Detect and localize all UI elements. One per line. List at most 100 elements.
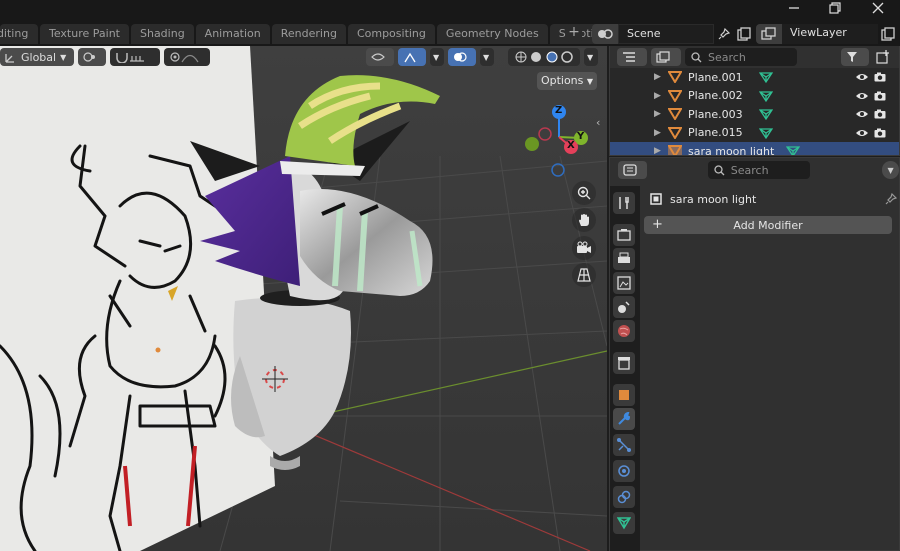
visibility-dropdown[interactable]: [366, 48, 394, 66]
camera-render-icon[interactable]: [874, 72, 886, 82]
modifier-tab-icon[interactable]: [613, 408, 635, 430]
mesh-data-icon[interactable]: [759, 90, 773, 102]
shading-dropdown[interactable]: ▼: [584, 48, 598, 66]
snapping-dropdown[interactable]: [110, 48, 160, 66]
tab-texture-paint[interactable]: Texture Paint: [40, 24, 129, 44]
tab-editing[interactable]: Editing: [0, 24, 38, 44]
outliner-panel: Search ▶ Plane.001 ▶ Plane.002 ▶ Plane.0…: [609, 46, 900, 156]
chevron-down-icon: ▼: [60, 52, 67, 62]
properties-search-placeholder: Search: [730, 163, 769, 177]
gizmo-toggle-button[interactable]: [398, 48, 426, 66]
mesh-data-icon[interactable]: [786, 145, 800, 156]
mesh-data-icon[interactable]: [759, 127, 773, 139]
transform-orientation-dropdown[interactable]: Global ▼: [0, 48, 74, 66]
tool-tab-icon[interactable]: [613, 192, 635, 214]
gizmo-dropdown[interactable]: ▼: [430, 48, 444, 66]
outliner-editor-icon: [623, 52, 635, 62]
add-workspace-button[interactable]: +: [566, 24, 582, 42]
data-tab-icon[interactable]: [613, 512, 635, 534]
wireframe-shading-icon[interactable]: [515, 51, 527, 63]
minimize-icon[interactable]: [788, 2, 800, 18]
transform-orientation-label: Global: [21, 50, 57, 64]
constraints-tab-icon[interactable]: [613, 486, 635, 508]
tab-compositing[interactable]: Compositing: [347, 24, 435, 44]
properties-options-dropdown[interactable]: ▼: [882, 161, 899, 179]
close-window-icon[interactable]: [872, 2, 884, 18]
new-collection-icon[interactable]: [873, 47, 893, 67]
overlays-dropdown[interactable]: ▼: [480, 48, 494, 66]
tab-shading[interactable]: Shading: [130, 24, 194, 44]
filter-dropdown[interactable]: [841, 48, 869, 66]
active-object-row: sara moon light: [642, 186, 899, 212]
pivot-point-dropdown[interactable]: [78, 48, 106, 66]
scene-icon[interactable]: [592, 24, 618, 44]
proportional-editing-dropdown[interactable]: [164, 48, 210, 66]
view-layer-name-field[interactable]: ViewLayer: [782, 24, 878, 44]
shading-mode-buttons: [508, 48, 580, 66]
display-mode-dropdown[interactable]: [651, 48, 681, 66]
pan-hand-icon[interactable]: [572, 208, 596, 232]
object-data-icon: [668, 89, 682, 102]
outliner-row-selected[interactable]: ▶ sara moon light: [610, 142, 899, 156]
material-preview-icon[interactable]: [546, 51, 558, 63]
overlays-toggle-button[interactable]: [448, 48, 476, 66]
outliner-row[interactable]: ▶ Plane.001: [610, 68, 899, 87]
eye-icon[interactable]: [855, 128, 869, 138]
expand-arrow-icon[interactable]: ▶: [654, 91, 661, 101]
properties-search-input[interactable]: Search: [707, 161, 810, 179]
camera-view-icon[interactable]: [572, 236, 596, 260]
mesh-data-icon[interactable]: [759, 71, 773, 84]
camera-render-icon[interactable]: [874, 128, 886, 138]
camera-render-icon[interactable]: [874, 91, 886, 101]
new-view-layer-icon[interactable]: [878, 24, 898, 44]
outliner-item-name: sara moon light: [688, 144, 775, 156]
add-modifier-button[interactable]: + Add Modifier: [644, 216, 892, 234]
restore-icon[interactable]: [829, 2, 841, 18]
view-layer-mode-icon: [656, 51, 670, 63]
expand-arrow-icon[interactable]: ▶: [654, 128, 661, 138]
particles-tab-icon[interactable]: [613, 434, 635, 456]
tab-animation[interactable]: Animation: [195, 24, 270, 44]
zoom-icon[interactable]: [572, 181, 596, 205]
sidebar-toggle-icon[interactable]: ‹: [596, 116, 600, 129]
properties-tab-bar: [610, 186, 640, 551]
collection-tab-icon[interactable]: [613, 352, 635, 374]
tab-geometry-nodes[interactable]: Geometry Nodes: [436, 24, 548, 44]
view-layer-tab-icon[interactable]: [613, 272, 635, 294]
outliner-row[interactable]: ▶ Plane.003: [610, 105, 899, 124]
camera-render-icon[interactable]: [874, 109, 886, 119]
view-layer-icon[interactable]: [756, 24, 782, 44]
gizmo-x-label: X: [567, 140, 575, 151]
expand-arrow-icon[interactable]: ▶: [654, 109, 661, 119]
tab-rendering[interactable]: Rendering: [271, 24, 346, 44]
3d-viewport[interactable]: Z Y X Global ▼ ▼ ▼ ▼ Options ▼ ‹: [0, 46, 607, 551]
object-data-icon: [668, 126, 682, 139]
editor-type-dropdown[interactable]: [617, 48, 647, 66]
eye-icon[interactable]: [855, 109, 869, 119]
outliner-row[interactable]: ▶ Plane.015: [610, 124, 899, 143]
scene-tab-icon[interactable]: [613, 296, 635, 318]
mesh-data-icon[interactable]: [759, 108, 773, 121]
object-tab-icon[interactable]: [613, 384, 635, 406]
options-dropdown[interactable]: Options ▼: [537, 72, 597, 90]
expand-arrow-icon[interactable]: ▶: [654, 146, 661, 155]
pin-icon[interactable]: [885, 193, 897, 205]
rendered-shading-icon[interactable]: [561, 51, 573, 63]
pin-icon[interactable]: [714, 24, 734, 44]
world-tab-icon[interactable]: [613, 320, 635, 342]
eye-icon[interactable]: [855, 72, 869, 82]
perspective-toggle-icon[interactable]: [572, 263, 596, 287]
solid-shading-icon[interactable]: [530, 51, 542, 63]
outliner-search-input[interactable]: Search: [685, 48, 797, 66]
render-tab-icon[interactable]: [613, 224, 635, 246]
properties-editor-type-dropdown[interactable]: [618, 161, 647, 179]
add-modifier-label: Add Modifier: [733, 218, 803, 232]
physics-tab-icon[interactable]: [613, 460, 635, 482]
new-scene-icon[interactable]: [734, 24, 754, 44]
output-tab-icon[interactable]: [613, 248, 635, 270]
scene-name-field[interactable]: Scene: [618, 24, 714, 44]
gizmo-y-label: Y: [577, 131, 585, 142]
eye-icon[interactable]: [855, 91, 869, 101]
outliner-row[interactable]: ▶ Plane.002: [610, 87, 899, 106]
expand-arrow-icon[interactable]: ▶: [654, 72, 661, 82]
